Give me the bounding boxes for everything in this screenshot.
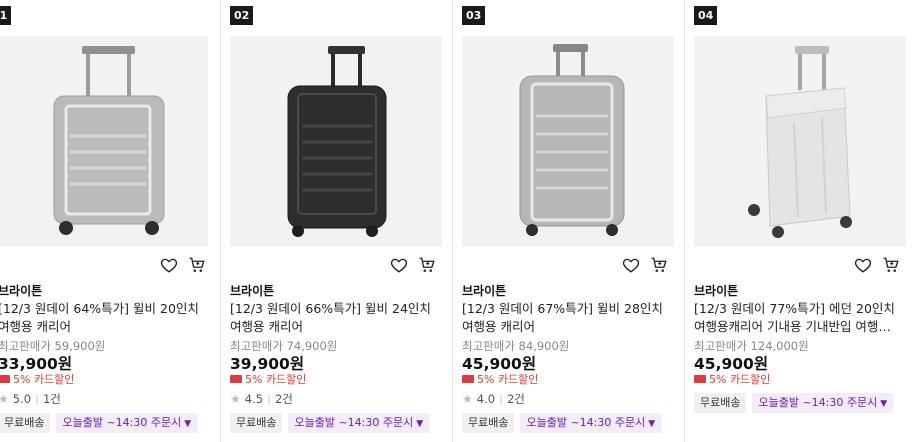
product-image[interactable]: [462, 36, 674, 246]
caret-down-icon: ▼: [648, 419, 656, 429]
column-divider: [220, 0, 221, 442]
rating-score: 4.0: [476, 392, 496, 406]
card-discount: 5% 카드할인: [0, 371, 74, 387]
product-title[interactable]: [12/3 원데이 64%특가] 윌비 20인치 여행용 캐리어: [0, 300, 204, 336]
card-discount-label: 5% 카드할인: [477, 373, 539, 386]
rating-score: 4.5: [244, 392, 264, 406]
rating-score: 5.0: [12, 392, 32, 406]
rank-badge: 04: [694, 6, 718, 25]
free-shipping-tag: 무료배송: [0, 413, 51, 433]
heart-icon[interactable]: [160, 256, 178, 274]
card-actions: [622, 256, 682, 274]
card-discount-label: 5% 카드할인: [709, 373, 771, 386]
credit-card-icon: [462, 375, 474, 383]
shipping-tags: 무료배송 오늘출발 ~14:30 주문시 ▼: [462, 413, 662, 433]
product-image[interactable]: [694, 36, 906, 246]
cart-icon[interactable]: [650, 256, 668, 274]
card-discount: 5% 카드할인: [462, 371, 538, 387]
product-title[interactable]: [12/3 원데이 77%특가] 에던 20인치 여행용캐리어 기내용 기내반입…: [694, 300, 900, 336]
suitcase-illustration: [694, 36, 906, 246]
product-title[interactable]: [12/3 원데이 66%특가] 윌비 24인치 여행용 캐리어: [230, 300, 436, 336]
card-discount: 5% 카드할인: [694, 371, 770, 387]
rating-separator: |: [267, 392, 271, 406]
today-dispatch-label: 오늘출발 ~14:30 주문시: [526, 416, 646, 429]
caret-down-icon: ▼: [416, 419, 424, 429]
product-image[interactable]: [230, 36, 442, 246]
today-dispatch-tag[interactable]: 오늘출발 ~14:30 주문시 ▼: [752, 393, 894, 413]
rank-badge: 03: [462, 6, 486, 25]
suitcase-illustration: [0, 36, 208, 246]
review-count: 1건: [42, 392, 61, 406]
shipping-tags: 무료배송 오늘출발 ~14:30 주문시 ▼: [230, 413, 430, 433]
cart-icon[interactable]: [188, 256, 206, 274]
cart-icon[interactable]: [882, 256, 900, 274]
review-count: 2건: [274, 392, 293, 406]
shipping-tags: 무료배송 오늘출발 ~14:30 주문시 ▼: [0, 413, 198, 433]
product-card[interactable]: 04 브라이튼 [12/3 원데이 77%특가] 에던 20인치 여행용캐리어 …: [686, 0, 917, 442]
free-shipping-tag: 무료배송: [230, 413, 283, 433]
rank-badge: 01: [0, 6, 12, 25]
brand-name[interactable]: 브라이튼: [230, 282, 274, 299]
rank-badge: 02: [230, 6, 254, 25]
rating: ★ 5.0 | 1건: [0, 391, 61, 407]
card-actions: [854, 256, 914, 274]
cart-icon[interactable]: [418, 256, 436, 274]
free-shipping-tag: 무료배송: [694, 393, 747, 413]
card-discount-label: 5% 카드할인: [13, 373, 75, 386]
today-dispatch-tag[interactable]: 오늘출발 ~14:30 주문시 ▼: [288, 413, 430, 433]
heart-icon[interactable]: [390, 256, 408, 274]
today-dispatch-label: 오늘출발 ~14:30 주문시: [758, 396, 878, 409]
card-actions: [160, 256, 220, 274]
caret-down-icon: ▼: [184, 419, 192, 429]
caret-down-icon: ▼: [880, 399, 888, 409]
today-dispatch-tag[interactable]: 오늘출발 ~14:30 주문시 ▼: [56, 413, 198, 433]
rating: ★ 4.0 | 2건: [462, 391, 525, 407]
card-actions: [390, 256, 450, 274]
product-title[interactable]: [12/3 원데이 67%특가] 윌비 28인치 여행용 캐리어: [462, 300, 668, 336]
product-card[interactable]: 03 브라이튼 [12/3 원데이 67%특가] 윌비 28인치 여행용 캐리어…: [454, 0, 686, 442]
card-discount-label: 5% 카드할인: [245, 373, 307, 386]
rating-separator: |: [499, 392, 503, 406]
star-icon: ★: [230, 392, 241, 406]
free-shipping-tag: 무료배송: [462, 413, 515, 433]
product-image[interactable]: [0, 36, 208, 246]
credit-card-icon: [230, 375, 242, 383]
review-count: 2건: [506, 392, 525, 406]
brand-name[interactable]: 브라이튼: [0, 282, 42, 299]
product-card[interactable]: 02 브라이튼 [12/3 원데이 66%특가] 윌비 24인치 여행용 캐리어…: [222, 0, 454, 442]
product-card[interactable]: 01 브라이튼 [: [0, 0, 220, 442]
today-dispatch-tag[interactable]: 오늘출발 ~14:30 주문시 ▼: [520, 413, 662, 433]
suitcase-illustration: [462, 36, 674, 246]
credit-card-icon: [694, 375, 706, 383]
brand-name[interactable]: 브라이튼: [462, 282, 506, 299]
product-grid: 01 브라이튼 [: [0, 0, 917, 442]
today-dispatch-label: 오늘출발 ~14:30 주문시: [62, 416, 182, 429]
star-icon: ★: [0, 392, 9, 406]
brand-name[interactable]: 브라이튼: [694, 282, 738, 299]
shipping-tags: 무료배송 오늘출발 ~14:30 주문시 ▼: [694, 393, 894, 413]
credit-card-icon: [0, 375, 10, 383]
card-discount: 5% 카드할인: [230, 371, 306, 387]
rating: ★ 4.5 | 2건: [230, 391, 293, 407]
heart-icon[interactable]: [854, 256, 872, 274]
heart-icon[interactable]: [622, 256, 640, 274]
suitcase-illustration: [230, 36, 442, 246]
star-icon: ★: [462, 392, 473, 406]
rating-separator: |: [35, 392, 39, 406]
today-dispatch-label: 오늘출발 ~14:30 주문시: [294, 416, 414, 429]
